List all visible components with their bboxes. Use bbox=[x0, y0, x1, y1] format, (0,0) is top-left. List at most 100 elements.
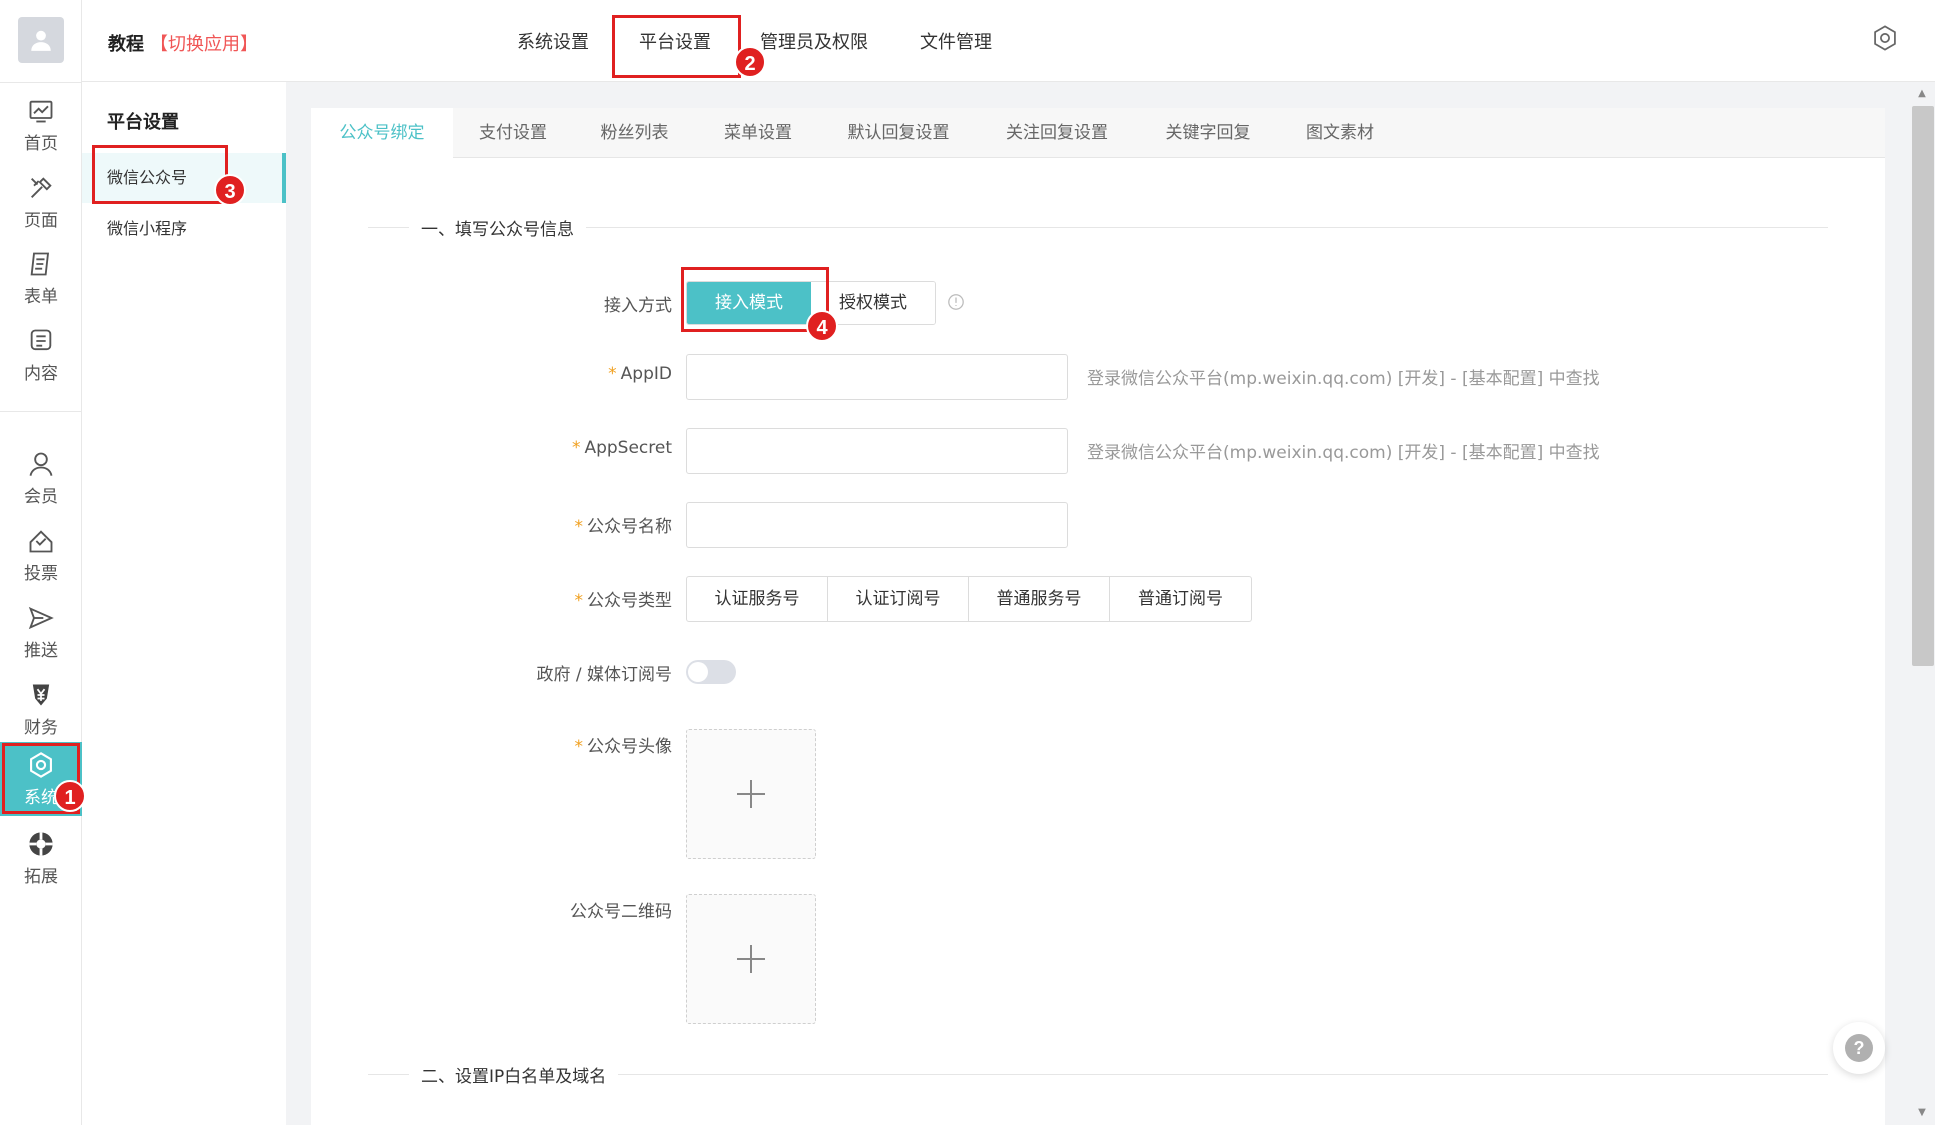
tab-payment-settings[interactable]: 支付设置 bbox=[453, 108, 573, 158]
scroll-up-icon[interactable]: ▲ bbox=[1913, 86, 1931, 102]
account-type-group: 认证服务号 认证订阅号 普通服务号 普通订阅号 bbox=[686, 576, 1252, 622]
switch-app-link[interactable]: 【切换应用】 bbox=[150, 30, 258, 56]
sidebar-item-wechat-miniprogram[interactable]: 微信小程序 bbox=[82, 204, 286, 254]
type-normal-subscription[interactable]: 普通订阅号 bbox=[1110, 577, 1251, 621]
rail-label: 财务 bbox=[24, 717, 58, 738]
gov-media-toggle[interactable] bbox=[686, 660, 736, 684]
rail-label: 表单 bbox=[24, 286, 58, 307]
help-icon: ? bbox=[1845, 1034, 1873, 1062]
content-card: 公众号绑定 支付设置 粉丝列表 菜单设置 默认回复设置 关注回复设置 关键字回复… bbox=[311, 108, 1885, 1125]
topnav-system-settings[interactable]: 系统设置 bbox=[517, 28, 589, 54]
avatar-upload-label-text: 公众号头像 bbox=[587, 737, 672, 757]
icon-rail: 首页 页面 表单 内容 会员 投票 推送 财务 系统 拓展 bbox=[0, 0, 82, 1125]
avatar-upload-label: * 公众号头像 bbox=[472, 732, 673, 757]
rail-label: 拓展 bbox=[24, 866, 58, 887]
annotation-badge: 2 bbox=[734, 46, 766, 78]
tab-follow-reply[interactable]: 关注回复设置 bbox=[977, 108, 1137, 158]
app-name: 教程 bbox=[108, 34, 144, 55]
appid-label: * AppID bbox=[472, 364, 672, 384]
rail-item-finance[interactable]: 财务 bbox=[0, 672, 82, 746]
required-mark: * bbox=[608, 364, 617, 384]
rail-label: 页面 bbox=[24, 210, 58, 231]
vote-icon bbox=[29, 529, 53, 552]
required-mark: * bbox=[574, 737, 584, 757]
appsecret-input[interactable] bbox=[686, 428, 1068, 474]
gear-icon[interactable] bbox=[1871, 24, 1899, 52]
qrcode-upload-box[interactable] bbox=[686, 894, 816, 1024]
tab-rich-media[interactable]: 图文素材 bbox=[1279, 108, 1401, 158]
toggle-knob bbox=[688, 662, 708, 682]
tab-default-reply[interactable]: 默认回复设置 bbox=[820, 108, 977, 158]
info-icon[interactable] bbox=[947, 293, 965, 311]
required-mark: * bbox=[574, 591, 584, 611]
section-title: 二、设置IP白名单及域名 bbox=[409, 1062, 619, 1087]
required-mark: * bbox=[571, 438, 581, 458]
user-icon bbox=[31, 30, 51, 51]
access-mode-label: 接入方式 bbox=[604, 296, 672, 316]
section-title: 一、填写公众号信息 bbox=[409, 215, 586, 240]
annotation-box bbox=[612, 15, 741, 78]
tab-account-binding[interactable]: 公众号绑定 bbox=[311, 108, 453, 159]
divider bbox=[0, 82, 82, 83]
rail-item-extend[interactable]: 拓展 bbox=[0, 821, 82, 895]
top-header: 教程 【切换应用】 系统设置 平台设置 管理员及权限 文件管理 bbox=[82, 0, 1935, 82]
appsecret-label: * AppSecret bbox=[472, 438, 672, 458]
tab-bar: 公众号绑定 支付设置 粉丝列表 菜单设置 默认回复设置 关注回复设置 关键字回复… bbox=[311, 108, 1885, 159]
send-icon bbox=[28, 606, 54, 629]
appid-hint: 登录微信公众平台(mp.weixin.qq.com) [开发] - [基本配置]… bbox=[1087, 369, 1600, 389]
rail-label: 首页 bbox=[24, 133, 58, 154]
content-icon bbox=[30, 329, 52, 350]
type-verified-service[interactable]: 认证服务号 bbox=[687, 577, 828, 621]
appsecret-label-text: AppSecret bbox=[584, 438, 672, 458]
rail-label: 会员 bbox=[24, 486, 58, 507]
annotation-badge: 1 bbox=[54, 780, 86, 812]
gov-media-label: 政府 / 媒体订阅号 bbox=[536, 665, 672, 685]
tab-keyword-reply[interactable]: 关键字回复 bbox=[1137, 108, 1279, 158]
type-verified-subscription[interactable]: 认证订阅号 bbox=[828, 577, 969, 621]
rail-item-page[interactable]: 页面 bbox=[0, 165, 82, 239]
rail-item-vote[interactable]: 投票 bbox=[0, 518, 82, 592]
account-name-label-text: 公众号名称 bbox=[587, 517, 672, 537]
secondary-sidebar: 平台设置 微信公众号 微信小程序 bbox=[82, 82, 286, 1125]
appid-input[interactable] bbox=[686, 354, 1068, 400]
avatar[interactable] bbox=[18, 17, 64, 63]
annotation-badge: 4 bbox=[806, 310, 838, 342]
annotation-badge: 3 bbox=[214, 174, 246, 206]
help-button[interactable]: ? bbox=[1833, 1022, 1885, 1074]
tools-icon bbox=[31, 176, 52, 198]
tab-fans-list[interactable]: 粉丝列表 bbox=[573, 108, 696, 158]
rail-item-push[interactable]: 推送 bbox=[0, 595, 82, 669]
qrcode-upload-label: 公众号二维码 bbox=[570, 902, 672, 922]
rail-label: 内容 bbox=[24, 363, 58, 384]
account-name-label: * 公众号名称 bbox=[472, 512, 673, 537]
rail-item-content[interactable]: 内容 bbox=[0, 318, 82, 392]
rail-item-member[interactable]: 会员 bbox=[0, 441, 82, 515]
rail-item-home[interactable]: 首页 bbox=[0, 88, 82, 162]
appsecret-hint: 登录微信公众平台(mp.weixin.qq.com) [开发] - [基本配置]… bbox=[1087, 443, 1600, 463]
account-type-label: * 公众号类型 bbox=[472, 586, 673, 611]
required-mark: * bbox=[574, 517, 584, 537]
plus-icon bbox=[737, 945, 765, 973]
form-icon bbox=[30, 252, 50, 275]
divider bbox=[0, 411, 82, 412]
scrollbar-thumb[interactable] bbox=[1912, 106, 1934, 666]
member-icon bbox=[29, 452, 53, 476]
extend-icon bbox=[29, 831, 53, 856]
annotation-box bbox=[92, 145, 228, 204]
type-normal-service[interactable]: 普通服务号 bbox=[969, 577, 1110, 621]
rail-item-form[interactable]: 表单 bbox=[0, 241, 82, 315]
account-type-label-text: 公众号类型 bbox=[587, 591, 672, 611]
rail-label: 推送 bbox=[24, 640, 58, 661]
topnav-file-manager[interactable]: 文件管理 bbox=[920, 28, 992, 54]
avatar-upload-box[interactable] bbox=[686, 729, 816, 859]
topnav-admin-permissions[interactable]: 管理员及权限 bbox=[760, 28, 868, 54]
account-name-input[interactable] bbox=[686, 502, 1068, 548]
appid-label-text: AppID bbox=[620, 364, 672, 384]
tab-menu-settings[interactable]: 菜单设置 bbox=[696, 108, 820, 158]
finance-icon bbox=[32, 684, 50, 705]
chart-icon bbox=[29, 100, 53, 122]
rail-label: 投票 bbox=[24, 563, 58, 584]
plus-icon bbox=[737, 780, 765, 808]
section-divider bbox=[368, 227, 1828, 228]
scroll-down-icon[interactable]: ▼ bbox=[1913, 1105, 1931, 1121]
